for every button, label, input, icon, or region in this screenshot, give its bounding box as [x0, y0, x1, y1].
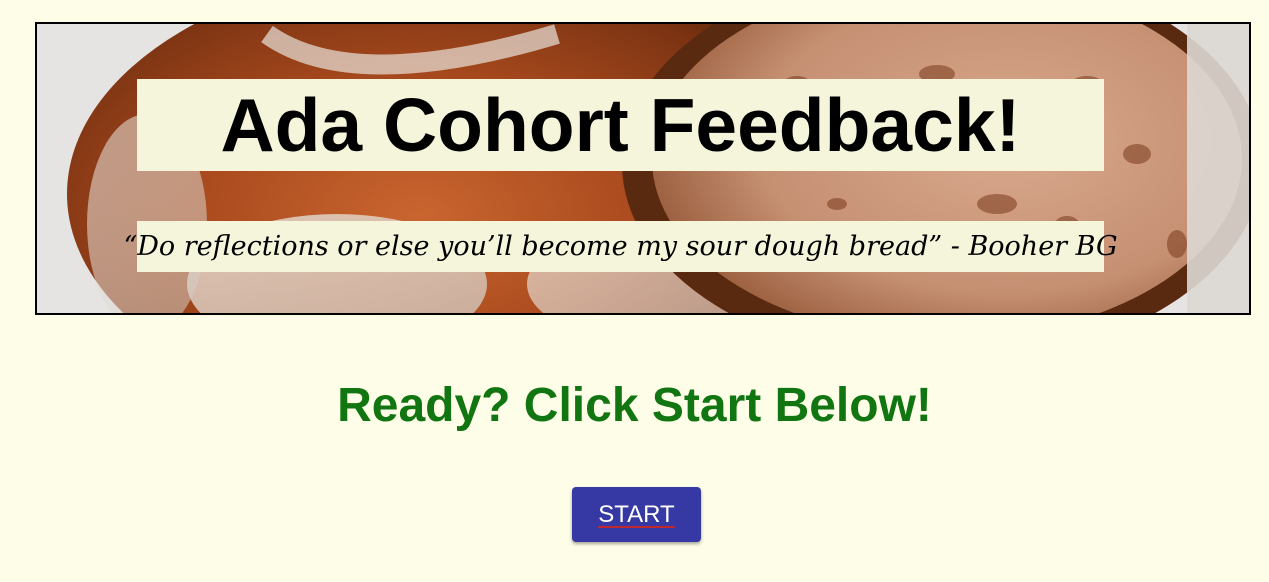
title-box: Ada Cohort Feedback! [137, 79, 1104, 171]
page-title: Ada Cohort Feedback! [220, 82, 1021, 167]
ready-prompt: Ready? Click Start Below! [337, 379, 932, 432]
quote-text: “Do reflections or else you’ll become my… [123, 231, 1118, 262]
start-button-label: START [598, 500, 675, 528]
quote-box: “Do reflections or else you’ll become my… [123, 221, 1118, 272]
hero-banner: Ada Cohort Feedback! “Do reflections or … [35, 22, 1251, 315]
page: Ada Cohort Feedback! “Do reflections or … [0, 0, 1269, 582]
start-button[interactable]: START [572, 487, 701, 542]
